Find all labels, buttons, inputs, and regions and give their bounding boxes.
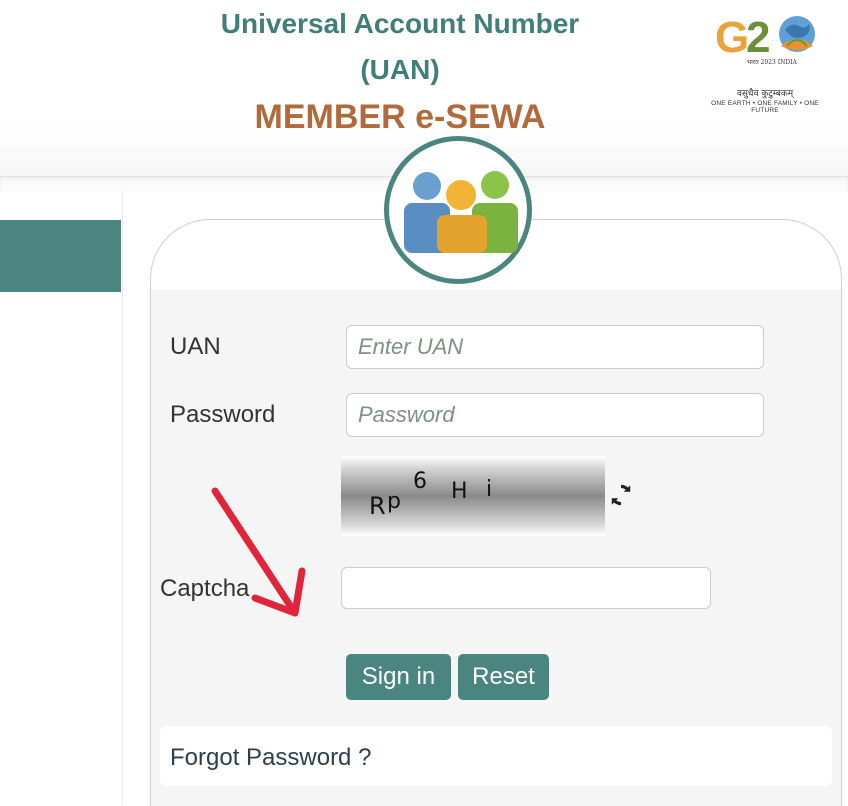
password-input[interactable] <box>346 393 764 437</box>
title-line-2: (UAN) <box>360 54 440 85</box>
uan-input[interactable] <box>346 325 764 369</box>
refresh-icon[interactable] <box>608 482 634 508</box>
svg-text:p: p <box>387 489 401 514</box>
g20-digit-2: 2 <box>746 13 770 62</box>
captcha-input[interactable] <box>341 567 711 609</box>
captcha-text-graphic: R p 6 H i <box>369 469 492 520</box>
g20-motto-hindi: वसुधैव कुटुम्बकम् <box>736 89 794 99</box>
g20-logo-mark: G 2 भारत 2023 INDIA <box>715 13 815 66</box>
users-group-icon <box>404 171 518 253</box>
sign-in-button[interactable]: Sign in <box>346 654 451 700</box>
users-group-avatar <box>384 136 532 284</box>
g20-motto-english: ONE EARTH • ONE FAMILY • ONE FUTURE <box>711 100 819 114</box>
forgot-password-link[interactable]: Forgot Password ? <box>170 744 371 772</box>
forgot-password-panel: Forgot Password ? <box>160 726 832 786</box>
svg-text:i: i <box>486 477 492 502</box>
g20-logo: G 2 भारत 2023 INDIA वसुधैव कुटुम्बकम् ON… <box>700 6 830 114</box>
g20-year-text: भारत 2023 INDIA <box>747 59 798 66</box>
red-arrow-icon <box>211 487 306 617</box>
g20-letter-g: G <box>715 13 749 62</box>
svg-text:6: 6 <box>413 469 427 494</box>
title-line-3: MEMBER e-SEWA <box>254 98 546 136</box>
password-label: Password <box>170 401 276 428</box>
captcha-image: R p 6 H i <box>341 456 605 536</box>
reset-button[interactable]: Reset <box>458 654 549 700</box>
uan-label: UAN <box>170 333 221 360</box>
svg-text:R: R <box>369 492 386 520</box>
title-line-1: Universal Account Number <box>220 8 580 39</box>
left-accent-bar <box>0 220 121 292</box>
svg-text:H: H <box>451 479 468 504</box>
